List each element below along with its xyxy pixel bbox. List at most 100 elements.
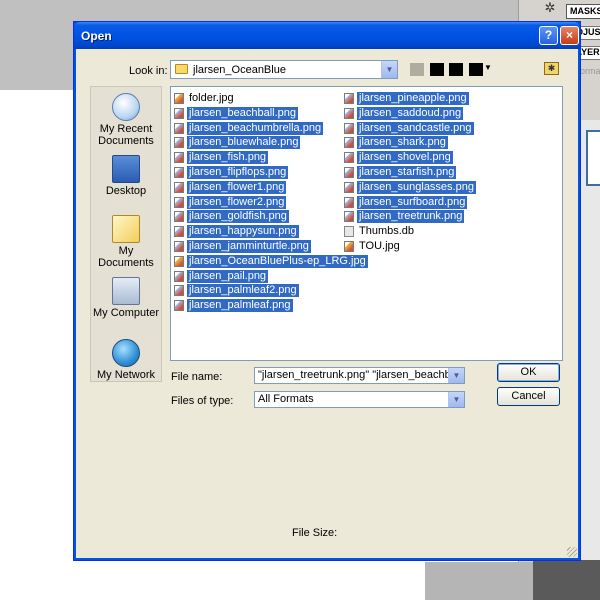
image-file-icon bbox=[344, 152, 354, 164]
back-icon[interactable] bbox=[410, 63, 424, 76]
image-file-icon bbox=[344, 226, 354, 238]
image-file-icon bbox=[344, 196, 354, 208]
image-file-icon bbox=[174, 285, 184, 297]
file-name: jlarsen_goldfish.png bbox=[187, 210, 289, 224]
file-size-label: File Size: bbox=[292, 527, 338, 539]
file-name-value: "jlarsen_treetrunk.png" "jlarsen_beachba… bbox=[258, 369, 465, 381]
file-type-value: All Formats bbox=[258, 393, 314, 405]
folder-icon bbox=[175, 64, 188, 74]
file-name-input[interactable]: "jlarsen_treetrunk.png" "jlarsen_beachba… bbox=[254, 367, 465, 384]
close-button[interactable]: × bbox=[560, 26, 579, 45]
place-desktop[interactable]: Desktop bbox=[91, 155, 161, 197]
my-network-icon bbox=[112, 339, 140, 367]
recent-documents-icon bbox=[112, 93, 140, 121]
place-label: My Computer bbox=[92, 307, 160, 319]
places-bar: My Recent Documents Desktop My Documents… bbox=[90, 86, 162, 382]
image-file-icon bbox=[174, 240, 184, 252]
file-name: jlarsen_pail.png bbox=[187, 269, 269, 283]
image-file-icon bbox=[174, 107, 184, 119]
help-button[interactable]: ? bbox=[539, 26, 558, 45]
dialog-body: Look in: jlarsen_OceanBlue ▼ ▼ ✱ My Rece… bbox=[77, 49, 579, 559]
ok-button[interactable]: OK bbox=[497, 363, 560, 382]
my-computer-icon bbox=[112, 277, 140, 305]
file-type-label: Files of type: bbox=[171, 395, 234, 407]
file-name: jlarsen_shark.png bbox=[357, 136, 448, 150]
file-name: jlarsen_beachball.png bbox=[187, 106, 299, 120]
file-name: jlarsen_fish.png bbox=[187, 151, 269, 165]
image-file-icon bbox=[344, 166, 354, 178]
panel-tab-masks[interactable]: MASKS bbox=[566, 4, 600, 19]
file-name: jlarsen_palmleaf2.png bbox=[187, 284, 299, 298]
file-name: jlarsen_palmleaf.png bbox=[187, 299, 293, 313]
file-name: jlarsen_happysun.png bbox=[187, 225, 299, 239]
image-file-icon bbox=[174, 152, 184, 164]
dialog-title: Open bbox=[81, 29, 112, 43]
place-my-computer[interactable]: My Computer bbox=[91, 277, 161, 319]
file-list[interactable]: folder.jpg jlarsen_beachball.png jlarsen_b… bbox=[170, 86, 563, 361]
image-file-icon bbox=[174, 300, 184, 312]
view-caret-icon[interactable]: ▼ bbox=[484, 63, 492, 72]
file-name: jlarsen_sandcastle.png bbox=[357, 121, 474, 135]
file-name: folder.jpg bbox=[189, 92, 234, 104]
look-in-value: jlarsen_OceanBlue bbox=[193, 64, 286, 76]
look-in-dropdown[interactable]: jlarsen_OceanBlue ▼ bbox=[170, 60, 398, 79]
file-name: jlarsen_bluewhale.png bbox=[187, 136, 301, 150]
place-label: My Network bbox=[96, 369, 156, 381]
new-folder-icon[interactable]: ✱ bbox=[544, 62, 559, 75]
file-name: jlarsen_surfboard.png bbox=[357, 195, 468, 209]
image-file-icon bbox=[174, 211, 184, 223]
file-type-select[interactable]: All Formats ▼ bbox=[254, 391, 465, 408]
gear-icon[interactable]: ✲ bbox=[540, 0, 560, 16]
file-name: jlarsen_treetrunk.png bbox=[357, 210, 465, 224]
file-name: jlarsen_beachumbrella.png bbox=[187, 121, 324, 135]
image-file-icon bbox=[344, 240, 354, 252]
cancel-button[interactable]: Cancel bbox=[497, 387, 560, 406]
image-file-icon bbox=[174, 181, 184, 193]
image-file-icon bbox=[174, 255, 184, 267]
background-dark-block bbox=[533, 560, 600, 600]
file-name: jlarsen_jamminturtle.png bbox=[187, 239, 311, 253]
place-label: Desktop bbox=[105, 185, 147, 197]
place-label: My Recent Documents bbox=[98, 123, 154, 147]
place-label: My Documents bbox=[98, 245, 154, 269]
file-name: jlarsen_starfish.png bbox=[357, 165, 457, 179]
file-name: jlarsen_shovel.png bbox=[357, 151, 453, 165]
image-file-icon bbox=[174, 93, 184, 104]
background-thumbnail bbox=[586, 130, 600, 186]
file-name-label: File name: bbox=[171, 371, 223, 383]
file-name: jlarsen_saddoud.png bbox=[357, 106, 464, 120]
file-name: jlarsen_flipflops.png bbox=[187, 165, 289, 179]
look-in-label: Look in: bbox=[129, 65, 168, 77]
file-name: jlarsen_flower1.png bbox=[187, 180, 287, 194]
resize-grip-icon[interactable] bbox=[567, 547, 577, 557]
place-my-network[interactable]: My Network bbox=[91, 339, 161, 381]
desktop-icon bbox=[112, 155, 140, 183]
place-recent-documents[interactable]: My Recent Documents bbox=[91, 93, 161, 147]
image-file-icon bbox=[344, 137, 354, 149]
image-file-icon bbox=[174, 226, 184, 238]
place-my-documents[interactable]: My Documents bbox=[91, 215, 161, 269]
file-name: TOU.jpg bbox=[359, 239, 400, 252]
view-menu-icon[interactable] bbox=[469, 63, 483, 76]
image-file-icon bbox=[174, 166, 184, 178]
delete-icon[interactable] bbox=[449, 63, 463, 76]
chevron-down-icon[interactable]: ▼ bbox=[381, 61, 397, 78]
image-file-icon bbox=[174, 196, 184, 208]
image-file-icon bbox=[344, 122, 354, 134]
file-name: jlarsen_sunglasses.png bbox=[357, 180, 476, 194]
image-file-icon bbox=[174, 270, 184, 282]
file-name: jlarsen_OceanBluePlus-ep_LRG.jpg bbox=[187, 254, 368, 268]
file-name: jlarsen_pineapple.png bbox=[357, 92, 469, 105]
chevron-down-icon[interactable]: ▼ bbox=[448, 368, 464, 383]
file-name: Thumbs.db bbox=[359, 225, 415, 238]
image-file-icon bbox=[344, 93, 354, 104]
image-file-icon bbox=[344, 181, 354, 193]
chevron-down-icon[interactable]: ▼ bbox=[448, 392, 464, 407]
up-folder-icon[interactable] bbox=[430, 63, 444, 76]
background-canvas-left bbox=[0, 90, 75, 600]
image-file-icon bbox=[174, 137, 184, 149]
image-file-icon bbox=[344, 107, 354, 119]
open-dialog: Open ? × Look in: jlarsen_OceanBlue ▼ ▼ … bbox=[73, 21, 581, 561]
blend-mode-hint: ormal bbox=[580, 66, 600, 76]
dialog-titlebar[interactable]: Open ? × bbox=[74, 22, 580, 49]
